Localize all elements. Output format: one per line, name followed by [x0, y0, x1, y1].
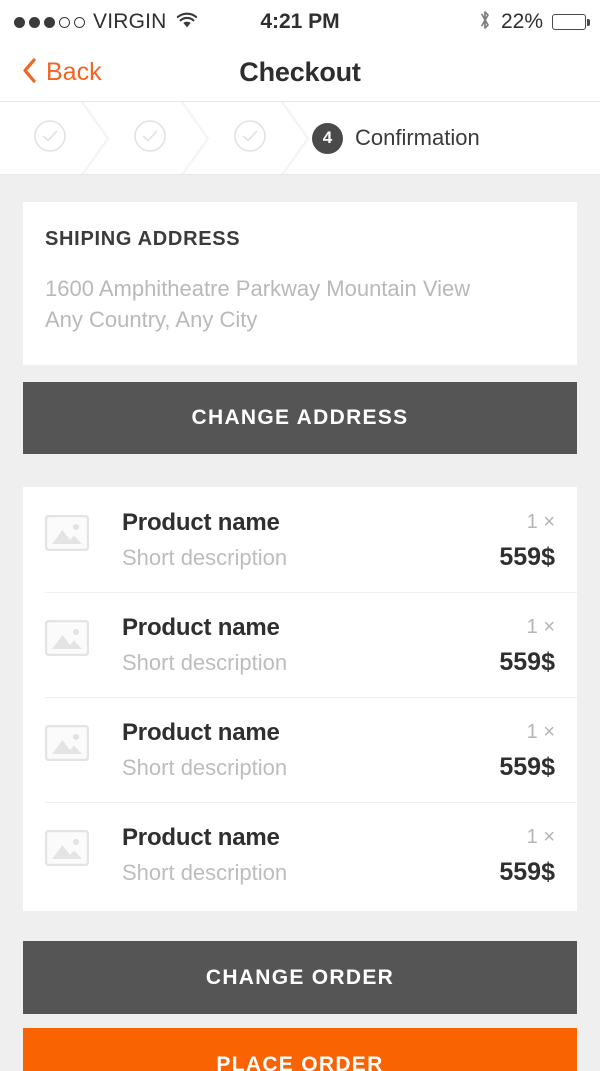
signal-dot-2 — [29, 16, 40, 28]
order-item-description: Short description — [122, 650, 288, 676]
order-item-quantity: 1 × — [526, 511, 555, 534]
back-button-label: Back — [46, 58, 102, 86]
check-circle-icon — [33, 119, 67, 158]
navigation-bar: Back Checkout — [0, 44, 600, 102]
image-placeholder-icon — [44, 515, 90, 552]
order-item-row[interactable]: Product name Short description 1 × 559$ — [23, 802, 577, 907]
order-item-description: Short description — [122, 545, 288, 571]
order-items-card: Product name Short description 1 × 559$ Prod… — [23, 487, 577, 912]
battery-percentage-label: 22% — [500, 10, 543, 33]
checkout-step-indicator: 4 Confirmation — [0, 102, 600, 175]
order-item-price: 559$ — [499, 858, 555, 887]
order-item-quantity: 1 × — [526, 721, 555, 744]
order-item-info: Product name Short description — [122, 824, 499, 886]
order-item-name: Product name — [122, 509, 280, 537]
shipping-address-heading: SHIPING ADDRESS — [45, 228, 241, 250]
bluetooth-icon — [478, 9, 492, 36]
carrier-label: VIRGIN — [93, 10, 167, 33]
checkout-screen: VIRGIN 4:21 PM 22% Back Checkout 4 Confi… — [0, 0, 600, 1071]
status-bar: VIRGIN 4:21 PM 22% — [0, 0, 600, 44]
order-item-info: Product name Short description — [122, 614, 499, 676]
order-item-quantity: 1 × — [526, 826, 555, 849]
shipping-address-card: SHIPING ADDRESS 1600 Amphitheatre Parkwa… — [23, 202, 577, 366]
back-button[interactable]: Back — [22, 57, 102, 88]
wifi-icon — [175, 11, 199, 34]
order-item-meta: 1 × 559$ — [499, 614, 555, 677]
order-item-description: Short description — [122, 860, 288, 886]
signal-dot-5 — [74, 16, 85, 28]
signal-strength-indicator — [14, 16, 85, 28]
order-item-info: Product name Short description — [122, 719, 499, 781]
step-4-active[interactable]: 4 Confirmation — [300, 102, 480, 174]
check-circle-icon — [133, 119, 167, 158]
order-item-row[interactable]: Product name Short description 1 × 559$ — [23, 592, 577, 697]
check-circle-icon — [233, 119, 267, 158]
order-item-name: Product name — [122, 614, 280, 642]
order-item-price: 559$ — [499, 753, 555, 782]
signal-dot-4 — [59, 16, 70, 28]
place-order-button[interactable]: PLACE ORDER — [23, 1028, 577, 1071]
shipping-address-line-1: 1600 Amphitheatre Parkway Mountain View — [45, 276, 471, 301]
order-item-row[interactable]: Product name Short description 1 × 559$ — [23, 697, 577, 802]
order-item-name: Product name — [122, 719, 280, 747]
step-label-confirmation: Confirmation — [355, 125, 480, 150]
signal-dot-3 — [44, 16, 55, 28]
status-bar-right: 22% — [478, 9, 590, 36]
order-item-description: Short description — [122, 755, 288, 781]
chevron-left-icon — [22, 57, 37, 88]
step-number-badge: 4 — [312, 122, 343, 154]
order-item-row[interactable]: Product name Short description 1 × 559$ — [23, 487, 577, 592]
signal-dot-1 — [14, 16, 25, 28]
battery-icon — [552, 14, 590, 30]
shipping-address-line-2: Any Country, Any City — [45, 307, 258, 333]
order-item-info: Product name Short description — [122, 509, 499, 571]
content-area: SHIPING ADDRESS 1600 Amphitheatre Parkwa… — [0, 202, 600, 1071]
order-item-meta: 1 × 559$ — [499, 719, 555, 782]
order-item-quantity: 1 × — [526, 616, 555, 639]
order-item-price: 559$ — [499, 648, 555, 677]
status-bar-left: VIRGIN — [14, 10, 199, 34]
image-placeholder-icon — [44, 725, 90, 762]
image-placeholder-icon — [44, 830, 90, 867]
image-placeholder-icon — [44, 620, 90, 657]
change-address-button[interactable]: CHANGE ADDRESS — [23, 382, 577, 455]
change-order-button[interactable]: CHANGE ORDER — [23, 941, 577, 1015]
order-item-meta: 1 × 559$ — [499, 509, 555, 572]
order-item-name: Product name — [122, 824, 280, 852]
order-item-price: 559$ — [499, 543, 555, 572]
order-item-meta: 1 × 559$ — [499, 824, 555, 887]
